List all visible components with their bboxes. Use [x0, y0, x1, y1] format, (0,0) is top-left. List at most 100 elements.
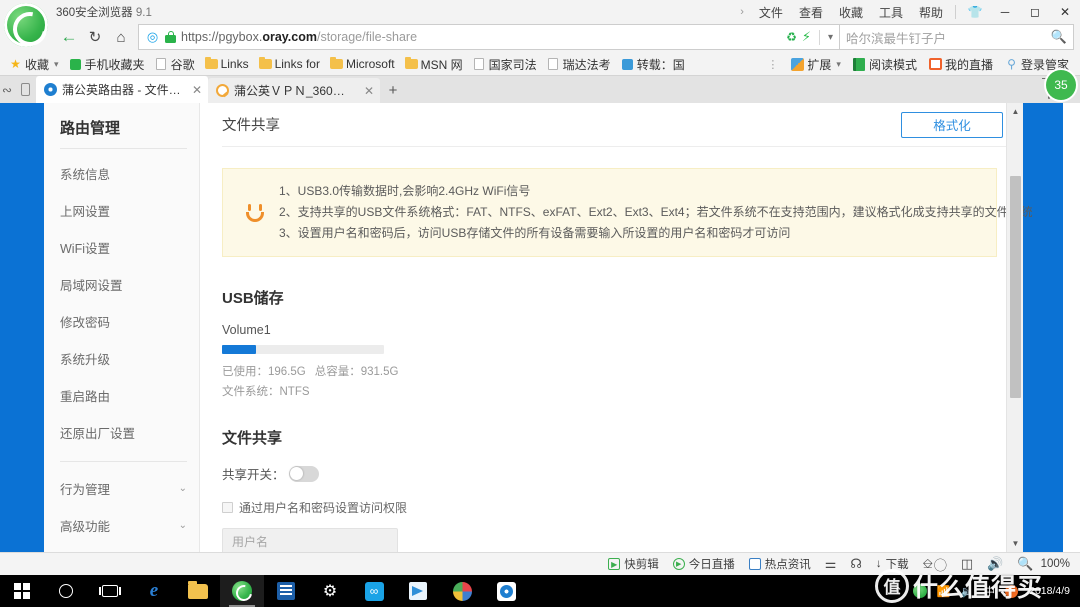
maximize-button[interactable]: ◻ [1020, 0, 1050, 24]
back-button[interactable]: ← [56, 24, 82, 50]
tab-close-icon[interactable]: ✕ [358, 84, 374, 98]
sidebar-item-change-password[interactable]: 修改密码 [44, 303, 199, 340]
menu-overflow-icon[interactable]: › [733, 6, 751, 18]
magnifier-icon[interactable]: 🔍 [1010, 556, 1040, 572]
speed-boost-icon[interactable]: ⚡ [802, 29, 811, 45]
url-input[interactable]: ◎ https://pgybox.oray.com/storage/file-s… [138, 24, 840, 50]
file-share-heading: 文件共享 [222, 430, 283, 447]
network-icon[interactable]: 📶 [932, 585, 956, 598]
taskbar-settings[interactable]: ⚙ [308, 575, 352, 607]
today-live-button[interactable]: ▶ 今日直播 [666, 556, 742, 572]
minimize-button[interactable]: ─ [990, 0, 1020, 24]
sidebar-group-behavior-management[interactable]: 行为管理 ⌄ [44, 470, 199, 507]
start-button[interactable] [0, 575, 44, 607]
chevron-down-icon[interactable]: ▾ [54, 59, 59, 70]
taskbar-paint-app[interactable] [440, 575, 484, 607]
bookmark-links-for[interactable]: Links for [254, 55, 325, 73]
search-input[interactable]: 哈尔滨最牛钉子户 🔍 [840, 24, 1074, 50]
chevron-down-icon[interactable]: ▾ [836, 59, 841, 70]
bookmarks-overflow-icon[interactable]: ⋮ [761, 58, 784, 71]
taskbar-oray-app[interactable]: ∞ [352, 575, 396, 607]
search-icon[interactable]: 🔍 [1051, 29, 1067, 45]
tray-chevron-icon[interactable]: ⌃ [889, 585, 908, 598]
mobile-view-icon[interactable]: ◫ [954, 556, 980, 572]
sidebar-group-advanced-features[interactable]: 高级功能 ⌄ [44, 507, 199, 544]
bookmark-repost[interactable]: 转载：国 [616, 54, 690, 75]
bookmark-judicial[interactable]: 国家司法 [468, 54, 542, 75]
page-scrollbar[interactable]: ▲ ▼ [1006, 103, 1023, 552]
taskbar-date[interactable]: 2018/4/9 [1023, 585, 1076, 597]
speed-icon[interactable]: ⚌ [818, 556, 844, 572]
access-permission-checkbox[interactable] [222, 502, 233, 513]
sidebar-item-wifi-settings[interactable]: WiFi设置 [44, 229, 199, 266]
quick-clip-button[interactable]: ▶ 快剪辑 [601, 556, 666, 572]
sidebar-item-label: 重启路由 [60, 390, 111, 404]
bookmark-favorites[interactable]: ★ 收藏 ▾ [4, 54, 64, 75]
bookmark-msn[interactable]: MSN 网 [400, 54, 468, 75]
taskbar-360-browser[interactable] [220, 575, 264, 607]
tab-vpn-search[interactable]: 蒲公英ＶＰＮ_360搜索 ✕ [208, 78, 380, 103]
tab-file-share[interactable]: 蒲公英路由器 - 文件共享 ✕ [36, 76, 208, 103]
chevron-down-icon[interactable]: ▾ [828, 32, 833, 43]
menu-help[interactable]: 帮助 [911, 2, 951, 23]
bookmark-ruida[interactable]: 瑞达法考 [542, 54, 616, 75]
sidebar-item-system-upgrade[interactable]: 系统升级 [44, 340, 199, 377]
share-toggle[interactable] [288, 465, 319, 482]
360-tray-icon[interactable] [908, 584, 932, 598]
sidebar-item-factory-reset[interactable]: 还原出厂设置 [44, 414, 199, 451]
sidebar-item-internet-settings[interactable]: 上网设置 [44, 192, 199, 229]
menu-tools[interactable]: 工具 [871, 2, 911, 23]
bookmark-mobile[interactable]: 手机收藏夹 [64, 54, 150, 75]
sidebar-item-reboot-router[interactable]: 重启路由 [44, 377, 199, 414]
taskbar-kuai-player[interactable] [396, 575, 440, 607]
sidebar-item-system-info[interactable]: 系统信息 [44, 155, 199, 192]
tab-close-icon[interactable]: ✕ [186, 83, 202, 97]
sidebar-item-lan-settings[interactable]: 局域网设置 [44, 266, 199, 303]
scroll-up-icon[interactable]: ▲ [1007, 103, 1024, 120]
taskbar-media-app[interactable] [264, 575, 308, 607]
format-button[interactable]: 格式化 [901, 111, 1003, 138]
reload-button[interactable]: ↻ [82, 24, 108, 50]
task-view-button[interactable] [88, 575, 132, 607]
volume-icon[interactable]: 🔈 [955, 585, 979, 598]
taskbar-pgy-app[interactable] [484, 575, 528, 607]
taskbar-edge[interactable]: e [132, 575, 176, 607]
screenshot-icon[interactable]: ⎒ [916, 556, 940, 572]
extensions-button[interactable]: 扩展 ▾ [786, 54, 846, 75]
page-protect-icon[interactable]: ♻ [786, 30, 797, 44]
score-badge[interactable]: 35 [1046, 70, 1076, 100]
access-permission-row[interactable]: 通过用户名和密码设置访问权限 [222, 499, 1023, 516]
reader-mode-button[interactable]: 阅读模式 [848, 54, 922, 75]
download-button[interactable]: ↓ 下载 [869, 556, 916, 572]
mobile-preview-icon[interactable] [14, 76, 36, 103]
skin-icon[interactable]: 👕 [960, 0, 990, 24]
menu-view[interactable]: 查看 [791, 2, 831, 23]
username-input[interactable]: 用户名 [222, 528, 398, 552]
sidebar-title: 路由管理 [60, 120, 121, 137]
cortana-search-button[interactable] [44, 575, 88, 607]
home-button[interactable]: ⌂ [108, 24, 134, 50]
folder-icon [329, 56, 343, 71]
sound-icon[interactable]: 🔊 [980, 556, 1010, 572]
bookmark-google[interactable]: 谷歌 [150, 54, 200, 75]
hot-news-button[interactable]: 热点资讯 [742, 556, 818, 572]
close-button[interactable]: ✕ [1050, 0, 1080, 24]
menu-favorites[interactable]: 收藏 [831, 2, 871, 23]
zoom-level[interactable]: 100% [1041, 558, 1074, 570]
bookmark-links[interactable]: Links [200, 55, 254, 73]
taskbar-file-explorer[interactable] [176, 575, 220, 607]
bookmark-microsoft[interactable]: Microsoft [325, 55, 400, 73]
scrollbar-thumb[interactable] [1010, 176, 1021, 398]
menu-file[interactable]: 文件 [751, 2, 791, 23]
sidebar-group-router-storage[interactable]: 路由存储 ⌃ [44, 544, 199, 552]
total-label: 总容量： [314, 366, 361, 378]
ime-icon[interactable]: 中 [979, 583, 1000, 599]
scroll-down-icon[interactable]: ▼ [1007, 535, 1024, 552]
mute-page-icon[interactable]: ☊ [843, 556, 869, 572]
my-live-button[interactable]: 我的直播 [924, 54, 998, 75]
new-tab-button[interactable]: + [380, 78, 406, 103]
sidebar-toggle-icon[interactable]: ∾ [0, 76, 14, 103]
update-icon[interactable] [1000, 584, 1023, 598]
notice-list: 1、USB3.0传输数据时,会影响2.4GHz WiFi信号 2、支持共享的US… [279, 181, 1033, 244]
translate-icon[interactable]: ⃝ [940, 555, 954, 574]
